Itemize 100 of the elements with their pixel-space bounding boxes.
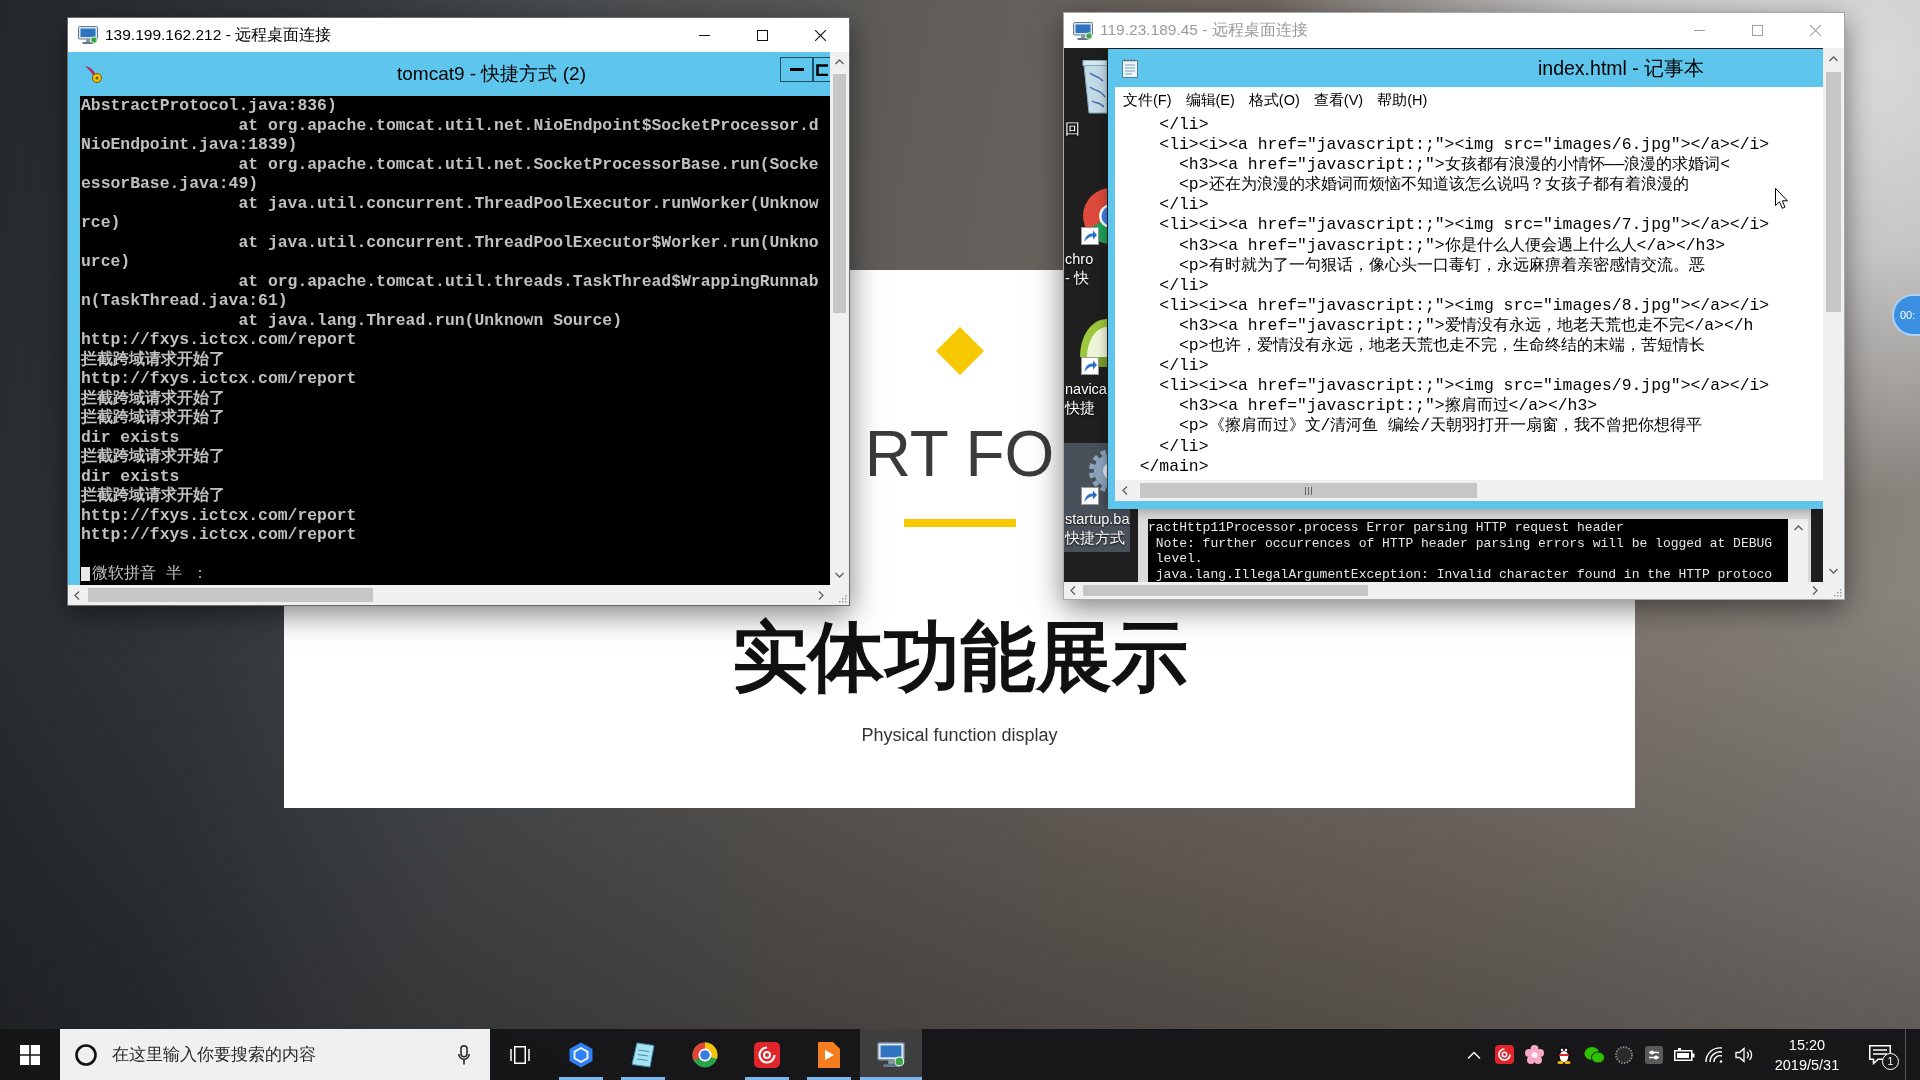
notification-badge: 1 bbox=[1882, 1053, 1899, 1070]
trash-can-icon[interactable] bbox=[1080, 57, 1107, 115]
console-line: at org.apache.tomcat.util.net.NioEndpoint$SocketProcessor.d bbox=[238, 115, 819, 135]
speaker-icon[interactable] bbox=[1734, 1046, 1754, 1063]
vertical-scrollbar[interactable] bbox=[830, 52, 849, 585]
clock-date[interactable]: 2019/5/31 bbox=[1774, 1054, 1840, 1075]
caret-up-icon[interactable] bbox=[835, 59, 844, 65]
message-icon[interactable] bbox=[1869, 1044, 1891, 1065]
chevron-up-icon[interactable] bbox=[1467, 1050, 1481, 1059]
console-line: Note: further occurrences of HTTP header parsing errors will be logged at DEBUG bbox=[1155, 535, 1773, 551]
scroll-thumb[interactable] bbox=[833, 74, 846, 313]
code-line: </li> bbox=[1159, 195, 1209, 216]
code-line: <li><i><a href="javascript:;"><img src="images/9.jpg"></a></i> bbox=[1159, 376, 1770, 396]
resize-grip-icon[interactable] bbox=[1833, 588, 1842, 597]
console-line: NioEndpoint.java:1839) bbox=[81, 135, 298, 155]
scroll-thumb[interactable] bbox=[88, 588, 373, 602]
console-line: rce) bbox=[81, 213, 121, 233]
horizontal-scrollbar[interactable] bbox=[1064, 582, 1823, 599]
shortcut-label: 回 bbox=[1065, 120, 1080, 139]
caret-up-icon[interactable] bbox=[1829, 56, 1838, 62]
wifi-icon[interactable] bbox=[1705, 1046, 1723, 1063]
console-line: ractHttp11Processor.process Error parsing HTTP request header bbox=[1148, 520, 1624, 536]
window-stack-icon[interactable] bbox=[510, 1045, 530, 1064]
swirl-icon bbox=[754, 1041, 780, 1068]
scroll-thumb[interactable] bbox=[1826, 72, 1841, 312]
minimize-button[interactable] bbox=[780, 57, 813, 82]
code-line: <li><i><a href="javascript:;"><img src="images/7.jpg"></a></i> bbox=[1159, 215, 1770, 236]
console-line: http://fxys.ictcx.com/report bbox=[81, 369, 357, 389]
code-line: <h3><a href="javascript:;">爱情没有永远，地老天荒也走不完</a></h bbox=[1179, 315, 1754, 336]
microphone-icon[interactable] bbox=[458, 1044, 470, 1065]
caret-down-icon[interactable] bbox=[835, 572, 844, 578]
scroll-thumb[interactable] bbox=[1140, 483, 1477, 498]
minimize-icon bbox=[698, 34, 710, 36]
console-line: http://fxys.ictcx.com/report bbox=[81, 330, 357, 350]
text-area[interactable] bbox=[1115, 113, 1823, 480]
console-line: at java.lang.Thread.run(Unknown Source) bbox=[238, 310, 622, 330]
console-line: 拦截跨域请求开始了 bbox=[81, 447, 225, 467]
swirl-icon[interactable] bbox=[1494, 1045, 1514, 1064]
code-line: </li> bbox=[1159, 356, 1209, 377]
search-field[interactable]: 在这里输入你要搜索的内容 bbox=[112, 1044, 450, 1065]
menu-item[interactable]: 格式(O) bbox=[1241, 87, 1307, 113]
ime-status: 微软拼音 半 ： bbox=[92, 564, 208, 584]
sliders-icon[interactable] bbox=[1645, 1045, 1663, 1064]
vertical-scrollbar[interactable] bbox=[1788, 519, 1808, 582]
text-cursor-icon bbox=[81, 566, 90, 581]
shortcut-label: startup.ba 快捷方式 bbox=[1065, 510, 1130, 548]
code-line: <h3><a href="javascript:;">你是什么人便会遇上什么人</a></h3> bbox=[1179, 235, 1726, 256]
ring-icon[interactable] bbox=[75, 1043, 97, 1066]
caret-right-icon[interactable] bbox=[818, 590, 824, 600]
slide-subtitle: Physical function display bbox=[861, 724, 1058, 747]
code-line: <h3><a href="javascript:;">擦肩而过</a></h3> bbox=[1179, 396, 1598, 416]
horizontal-scrollbar[interactable] bbox=[1115, 480, 1823, 501]
caret-up-icon[interactable] bbox=[1793, 525, 1803, 531]
console-line: http://fxys.ictcx.com/report bbox=[81, 525, 357, 545]
resize-grip-icon[interactable] bbox=[838, 594, 847, 603]
shortcut-label: chro - 快 bbox=[1065, 250, 1094, 288]
flower-icon[interactable] bbox=[1524, 1045, 1544, 1064]
monitor-icon bbox=[877, 1042, 905, 1067]
console-line: dir exists bbox=[81, 427, 180, 447]
caret-left-icon[interactable] bbox=[74, 590, 80, 600]
penguin-icon[interactable] bbox=[1556, 1045, 1572, 1064]
code-line: <h3><a href="javascript:;">女孩都有浪漫的小情怀——浪漫的求婚词< bbox=[1179, 155, 1731, 175]
desktop-shortcut[interactable]: 回 bbox=[1064, 53, 1107, 143]
console-line: 拦截跨域请求开始了 bbox=[81, 388, 225, 408]
menu-item[interactable]: 编辑(E) bbox=[1178, 87, 1242, 113]
taskbar-app-button[interactable] bbox=[860, 1029, 922, 1080]
menu-item[interactable]: 查看(V) bbox=[1306, 87, 1371, 113]
menu-item[interactable]: 帮助(H) bbox=[1370, 87, 1435, 113]
horizontal-scrollbar[interactable] bbox=[68, 585, 830, 605]
play-icon bbox=[818, 1041, 840, 1068]
search-box[interactable]: 在这里输入你要搜索的内容 bbox=[60, 1029, 490, 1080]
battery-icon[interactable] bbox=[1673, 1048, 1695, 1061]
console-line: 拦截跨域请求开始了 bbox=[81, 349, 225, 369]
chat-bubbles-icon[interactable] bbox=[1583, 1045, 1605, 1064]
menu-item[interactable]: 文件(F) bbox=[1116, 87, 1179, 113]
caret-right-icon[interactable] bbox=[1811, 586, 1818, 595]
feather-gear-icon bbox=[84, 65, 102, 83]
vertical-scrollbar[interactable] bbox=[1823, 48, 1844, 582]
hexagon-icon bbox=[568, 1041, 594, 1068]
color-ring-icon bbox=[692, 1041, 718, 1068]
section-label: RT FO bbox=[864, 418, 1055, 490]
caret-left-icon[interactable] bbox=[1122, 486, 1128, 495]
caret-left-icon[interactable] bbox=[1069, 586, 1076, 595]
scroll-thumb[interactable] bbox=[1083, 585, 1368, 596]
console-title: tomcat9 - 快捷方式 (2) bbox=[397, 62, 586, 86]
code-line: <li><i><a href="javascript:;"><img src="images/6.jpg"></a></i> bbox=[1159, 135, 1770, 155]
dotted-ring-icon[interactable] bbox=[1615, 1045, 1633, 1064]
console-line: 拦截跨域请求开始了 bbox=[81, 486, 225, 506]
four-squares-icon[interactable] bbox=[20, 1044, 40, 1065]
desktop-shortcut[interactable]: navica 快捷 bbox=[1064, 313, 1107, 422]
caret-down-icon[interactable] bbox=[1829, 568, 1838, 574]
code-line: <p>《擦肩而过》文/清河鱼 编绘/天朝羽打开一扇窗，我不曾把你想得平 bbox=[1179, 416, 1703, 437]
close-icon bbox=[814, 29, 826, 41]
console-line: level. bbox=[1155, 551, 1203, 567]
notebook-icon bbox=[631, 1041, 655, 1068]
console-line: urce) bbox=[81, 252, 131, 272]
console-line: at java.util.concurrent.ThreadPoolExecutor.runWorker(Unknow bbox=[238, 193, 819, 213]
window-title: index.html - 记事本 bbox=[1538, 55, 1705, 81]
clock-time[interactable]: 15:20 bbox=[1788, 1034, 1826, 1055]
dome-icon[interactable] bbox=[1080, 317, 1107, 375]
